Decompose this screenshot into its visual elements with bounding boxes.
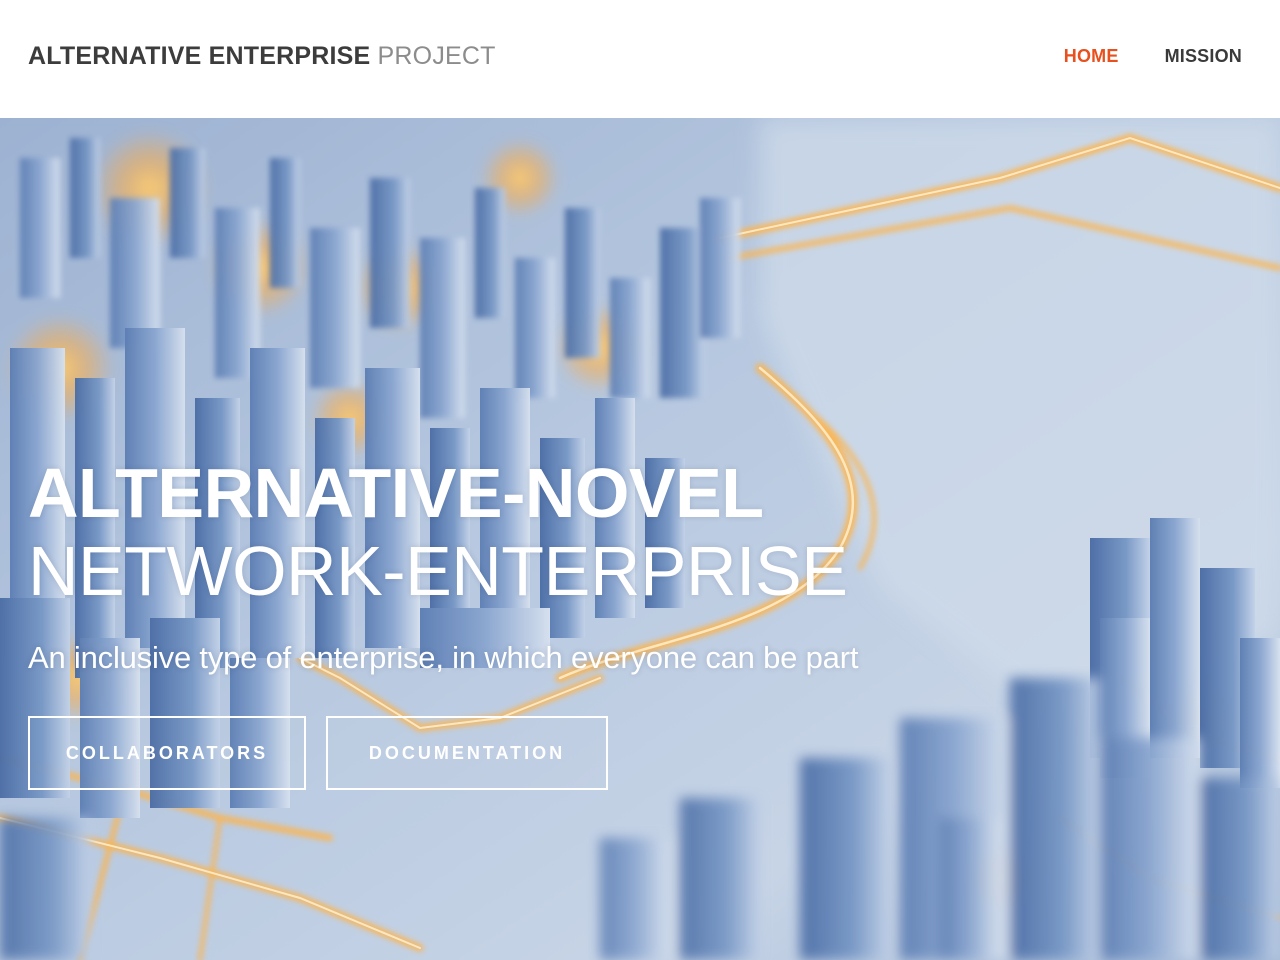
hero-title-secondary: NETWORK-ENTERPRISE <box>28 532 848 610</box>
collaborators-button[interactable]: COLLABORATORS <box>28 716 306 790</box>
hero-section: ALTERNATIVE-NOVEL NETWORK-ENTERPRISE An … <box>0 118 1280 960</box>
hero-content: ALTERNATIVE-NOVEL NETWORK-ENTERPRISE An … <box>28 454 1248 790</box>
site-brand-logo[interactable]: ALTERNATIVE ENTERPRISE PROJECT <box>28 42 496 71</box>
top-navbar: ALTERNATIVE ENTERPRISE PROJECT HOME MISS… <box>0 0 1280 118</box>
main-nav: HOME MISSION <box>1064 46 1242 67</box>
hero-button-group: COLLABORATORS DOCUMENTATION <box>28 716 608 790</box>
brand-name-strong: ALTERNATIVE ENTERPRISE <box>28 42 371 70</box>
documentation-button[interactable]: DOCUMENTATION <box>326 716 608 790</box>
hero-subtitle: An inclusive type of enterprise, in whic… <box>28 640 859 675</box>
nav-link-mission[interactable]: MISSION <box>1165 46 1242 67</box>
brand-name-light: PROJECT <box>377 42 496 70</box>
nav-link-home[interactable]: HOME <box>1064 46 1119 67</box>
hero-title-primary: ALTERNATIVE-NOVEL <box>28 454 764 532</box>
